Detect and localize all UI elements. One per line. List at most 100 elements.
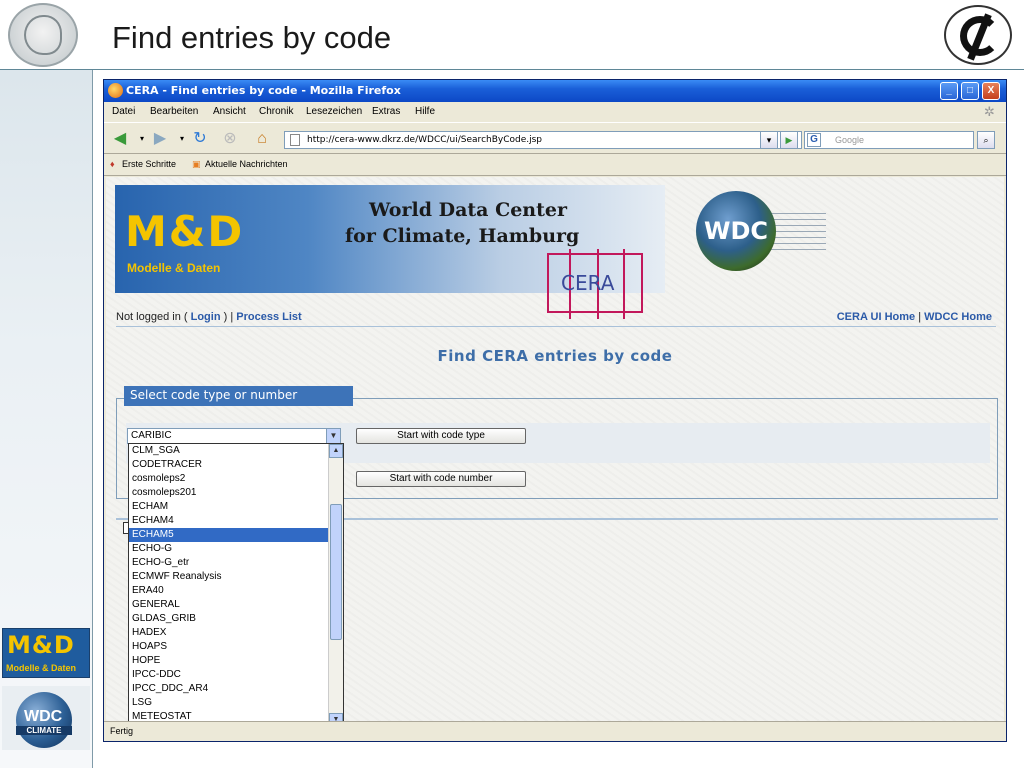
md-side-logo-sub: Modelle & Daten xyxy=(6,663,77,673)
mpg-seal-logo-icon xyxy=(8,3,78,67)
code-type-select[interactable]: CARIBIC ▼ xyxy=(127,428,341,444)
search-placeholder: Google xyxy=(835,135,865,145)
dropdown-item[interactable]: ECHAM4 xyxy=(129,514,329,528)
dropdown-item[interactable]: METEOSTAT xyxy=(129,710,329,721)
bookmark-firefox-icon: ♦ xyxy=(110,159,115,169)
maximize-button[interactable]: □ xyxy=(961,82,979,100)
back-history-icon[interactable]: ▾ xyxy=(132,129,152,149)
start-with-code-number-button[interactable]: Start with code number xyxy=(356,471,526,487)
dropdown-item[interactable]: ECMWF Reanalysis xyxy=(129,570,329,584)
status-text: Fertig xyxy=(110,726,134,736)
login-bar: Not logged in ( Login ) | Process List C… xyxy=(116,311,996,327)
dropdown-item[interactable]: HADEX xyxy=(129,626,329,640)
forward-icon[interactable]: ▶ xyxy=(150,129,170,149)
scrollbar-thumb[interactable] xyxy=(330,504,342,640)
home-icon[interactable]: ⌂ xyxy=(252,129,272,149)
cera-logo: CERA xyxy=(547,249,643,319)
url-input[interactable]: http://cera-www.dkrz.de/WDCC/ui/SearchBy… xyxy=(284,131,802,149)
md-side-logo: M&D Modelle & Daten xyxy=(2,628,90,678)
dropdown-item[interactable]: cosmoleps2 xyxy=(129,472,329,486)
dropdown-item[interactable]: HOAPS xyxy=(129,640,329,654)
dropdown-item[interactable]: LSG xyxy=(129,696,329,710)
header-rule xyxy=(0,69,1024,70)
wdc-side-logo-text: WDC xyxy=(24,708,63,725)
login-status-prefix: Not logged in ( xyxy=(116,311,188,323)
dropdown-item[interactable]: ECHO-G xyxy=(129,542,329,556)
search-icon[interactable]: ⌕ xyxy=(977,131,995,149)
bookmark-erste-schritte[interactable]: Erste Schritte xyxy=(122,159,176,169)
page-icon xyxy=(290,134,300,146)
dropdown-item[interactable]: ECHAM xyxy=(129,500,329,514)
browser-window: CERA - Find entries by code - Mozilla Fi… xyxy=(103,79,1007,742)
dropdown-item[interactable]: GENERAL xyxy=(129,598,329,612)
go-icon[interactable]: ▶ xyxy=(780,131,798,149)
cera-logo-text: CERA xyxy=(561,271,615,295)
institute-logo-icon xyxy=(944,5,1012,65)
dropdown-scrollbar[interactable]: ▲ ▼ xyxy=(328,444,343,721)
menu-chronik[interactable]: Chronik xyxy=(259,106,293,117)
dropdown-item[interactable]: ERA40 xyxy=(129,584,329,598)
stop-icon[interactable]: ⊗ xyxy=(220,129,240,149)
home-links: CERA UI Home | WDCC Home xyxy=(837,311,992,323)
scroll-up-icon[interactable]: ▲ xyxy=(329,444,343,458)
menu-bearbeiten[interactable]: Bearbeiten xyxy=(150,106,198,117)
wdc-title-line2: for Climate, Hamburg xyxy=(345,225,580,247)
window-titlebar[interactable]: CERA - Find entries by code - Mozilla Fi… xyxy=(104,80,1006,102)
start-with-code-type-button[interactable]: Start with code type xyxy=(356,428,526,444)
wdcc-home-link[interactable]: WDCC Home xyxy=(924,311,992,323)
status-bar: Fertig xyxy=(104,721,1006,741)
menu-ansicht[interactable]: Ansicht xyxy=(213,106,246,117)
cera-ui-home-link[interactable]: CERA UI Home xyxy=(837,311,915,323)
home-links-separator: | xyxy=(918,311,922,323)
page-content: M&D Modelle & Daten World Data Center fo… xyxy=(106,177,1004,721)
firefox-icon xyxy=(108,83,123,98)
header-banner: M&D Modelle & Daten World Data Center fo… xyxy=(115,185,665,319)
back-icon[interactable]: ◀ xyxy=(110,129,130,149)
fieldset-legend: Select code type or number xyxy=(124,386,353,406)
forward-history-icon[interactable]: ▾ xyxy=(172,129,192,149)
login-link[interactable]: Login xyxy=(191,311,221,323)
slide-title: Find entries by code xyxy=(112,20,392,55)
throbber-icon: ✲ xyxy=(984,104,995,119)
search-engine-icon[interactable]: G xyxy=(807,133,821,147)
slide: Find entries by code M&D Modelle & Daten… xyxy=(0,0,1024,768)
close-button[interactable]: X xyxy=(982,82,1000,100)
url-history-dropdown-icon[interactable]: ▾ xyxy=(760,131,778,149)
dropdown-item[interactable]: HOPE xyxy=(129,654,329,668)
md-side-logo-text: M&D xyxy=(7,631,75,659)
dropdown-item[interactable]: cosmoleps201 xyxy=(129,486,329,500)
dropdown-item[interactable]: CLM_SGA xyxy=(129,444,329,458)
url-text: http://cera-www.dkrz.de/WDCC/ui/SearchBy… xyxy=(307,135,543,145)
md-logo-sub: Modelle & Daten xyxy=(127,261,221,275)
wdc-side-logo-climate: CLIMATE xyxy=(16,726,72,735)
dropdown-item[interactable]: CODETRACER xyxy=(129,458,329,472)
wdc-side-logo: WDC CLIMATE xyxy=(2,686,90,750)
dropdown-item-selected[interactable]: ECHAM5 xyxy=(129,528,329,542)
menu-lesezeichen[interactable]: Lesezeichen xyxy=(306,106,362,117)
code-type-selected-value: CARIBIC xyxy=(131,430,172,441)
rss-icon: ▣ xyxy=(192,159,201,169)
bookmarks-toolbar: ♦ Erste Schritte ▣ Aktuelle Nachrichten xyxy=(104,154,1006,176)
dropdown-item[interactable]: ECHO-G_etr xyxy=(129,556,329,570)
menu-datei[interactable]: Datei xyxy=(112,106,135,117)
login-status-middle: ) | xyxy=(223,311,234,323)
chevron-down-icon[interactable]: ▼ xyxy=(326,429,340,443)
dropdown-item[interactable]: GLDAS_GRIB xyxy=(129,612,329,626)
wdc-globe-text: WDC xyxy=(704,217,769,245)
process-list-link[interactable]: Process List xyxy=(236,311,301,323)
page-heading: Find CERA entries by code xyxy=(437,347,673,365)
menu-extras[interactable]: Extras xyxy=(372,106,400,117)
menubar: Datei Bearbeiten Ansicht Chronik Lesezei… xyxy=(104,102,1006,122)
code-type-dropdown-list[interactable]: CLM_SGA CODETRACER cosmoleps2 cosmoleps2… xyxy=(128,443,344,721)
menu-hilfe[interactable]: Hilfe xyxy=(415,106,435,117)
dropdown-item[interactable]: IPCC_DDC_AR4 xyxy=(129,682,329,696)
minimize-button[interactable]: _ xyxy=(940,82,958,100)
wdc-title-line1: World Data Center xyxy=(369,199,567,221)
search-input[interactable]: G Google xyxy=(804,131,974,149)
scroll-down-icon[interactable]: ▼ xyxy=(329,713,343,721)
bookmark-aktuelle-nachrichten[interactable]: Aktuelle Nachrichten xyxy=(205,159,288,169)
dropdown-item[interactable]: IPCC-DDC xyxy=(129,668,329,682)
wdc-globe-logo: WDC xyxy=(696,191,776,271)
md-logo-text: M&D xyxy=(125,207,245,256)
reload-icon[interactable]: ↻ xyxy=(190,129,210,149)
